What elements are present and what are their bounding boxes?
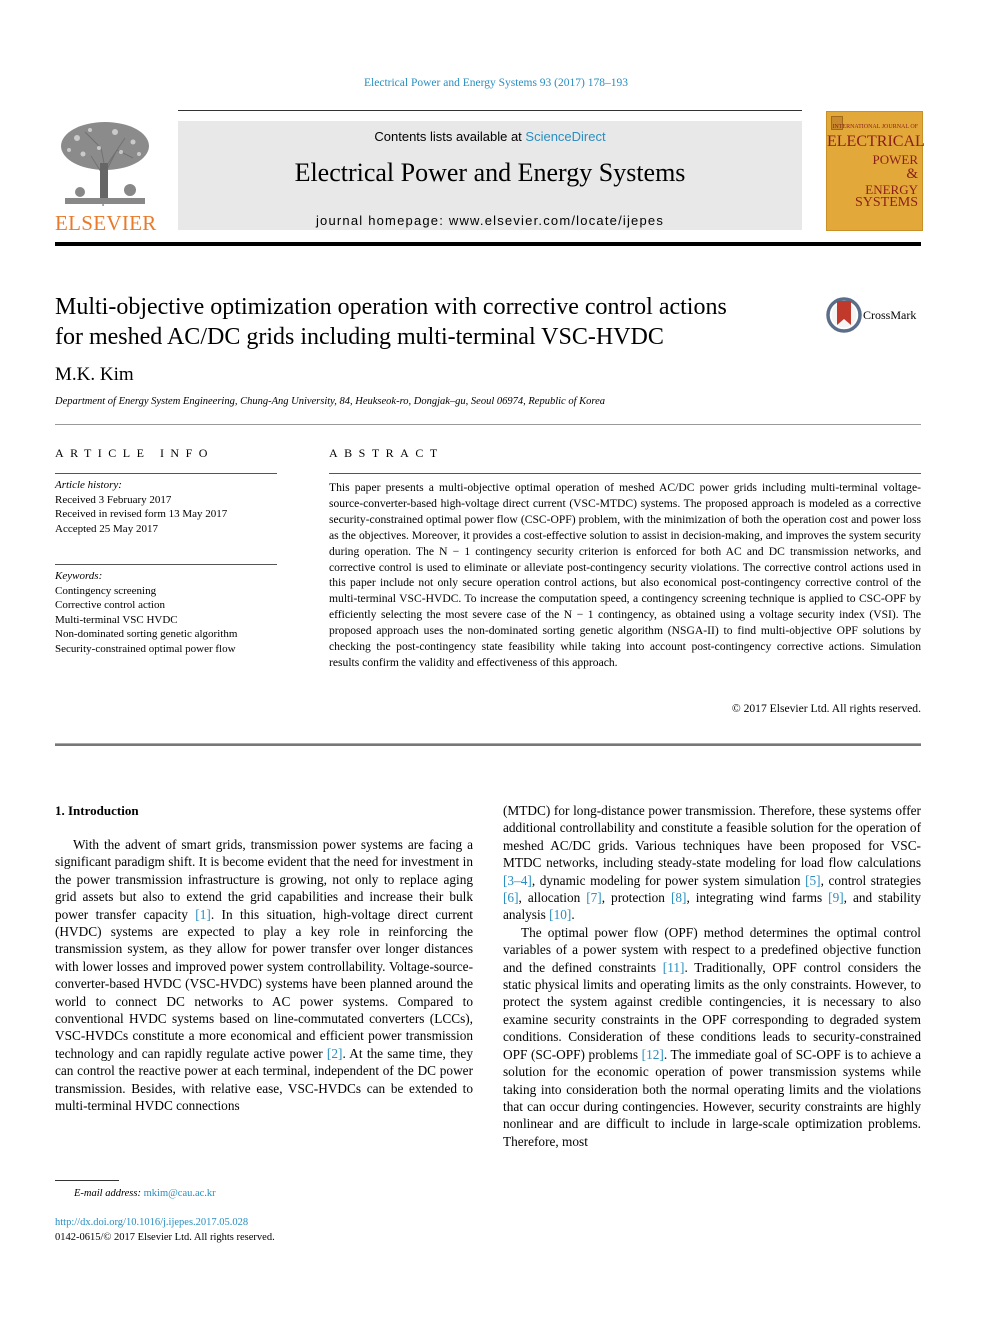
paragraph: (MTDC) for long-distance power transmiss… [503, 802, 921, 924]
elsevier-tree-icon [55, 118, 155, 208]
footnote-rule [55, 1180, 119, 1181]
history-revised: Received in revised form 13 May 2017 [55, 508, 228, 521]
keyword: Security-constrained optimal power flow [55, 642, 236, 655]
crossmark-icon [826, 297, 862, 333]
keywords-rule [55, 564, 277, 565]
history-label: Article history: [55, 479, 122, 491]
email-link[interactable]: mkim@cau.ac.kr [144, 1188, 216, 1199]
email-label: E-mail address: [74, 1188, 141, 1199]
affiliation: Department of Energy System Engineering,… [55, 396, 605, 407]
keywords-list: Keywords: Contingency screening Correcti… [55, 569, 277, 657]
article-title: Multi-objective optimization operation w… [55, 292, 805, 352]
reference-link[interactable]: [11] [663, 960, 685, 975]
reference-link[interactable]: [7] [586, 890, 602, 905]
reference-link[interactable]: [5] [805, 873, 821, 888]
abstract-end-rule [55, 743, 921, 746]
abstract-text: This paper presents a multi-objective op… [329, 481, 921, 669]
sciencedirect-link[interactable]: ScienceDirect [525, 129, 605, 144]
abstract-rule [329, 473, 921, 474]
journal-banner: Contents lists available at ScienceDirec… [178, 121, 802, 230]
journal-title: Electrical Power and Energy Systems [294, 158, 686, 187]
cover-line2: ELECTRICAL [827, 133, 925, 150]
reference-link[interactable]: [9] [828, 890, 844, 905]
elsevier-wordmark: ELSEVIER [55, 211, 157, 235]
reference-link[interactable]: [8] [671, 890, 687, 905]
header-thick-rule [55, 242, 921, 246]
journal-cover[interactable]: INTERNATIONAL JOURNAL OF ELECTRICAL POWE… [826, 111, 925, 231]
contents-line: Contents lists available at ScienceDirec… [178, 129, 802, 144]
journal-citation-link[interactable]: Electrical Power and Energy Systems 93 (… [0, 77, 992, 89]
article-history: Article history: Received 3 February 201… [55, 478, 277, 536]
cover-line6: SYSTEMS [854, 195, 918, 210]
footnote-email: E-mail address: mkim@cau.ac.kr [74, 1188, 216, 1199]
text-run: , dynamic modeling for power system simu… [531, 872, 806, 888]
body-left-column: With the advent of smart grids, transmis… [55, 836, 473, 1115]
paragraph: With the advent of smart grids, transmis… [55, 836, 473, 1115]
reference-link[interactable]: [1] [195, 907, 211, 922]
doi-link[interactable]: http://dx.doi.org/10.1016/j.ijepes.2017.… [55, 1217, 248, 1228]
abstract-heading: ABSTRACT [329, 446, 444, 460]
journal-homepage[interactable]: journal homepage: www.elsevier.com/locat… [178, 213, 802, 228]
author-name: M.K. Kim [55, 364, 134, 385]
reference-link[interactable]: [6] [503, 890, 519, 905]
keyword: Corrective control action [55, 599, 165, 612]
paragraph: The optimal power flow (OPF) method dete… [503, 924, 921, 1150]
text-run: , control strategies [820, 872, 921, 888]
affil-rule [55, 424, 921, 425]
keyword: Multi-terminal VSC HVDC [55, 613, 178, 626]
reference-link[interactable]: [10] [549, 907, 571, 922]
cover-line3: POWER [872, 152, 919, 167]
text-run: , protection [601, 890, 671, 906]
contents-prefix: Contents lists available at [374, 129, 526, 144]
text-run: , integrating wind farms [686, 890, 829, 906]
text-run: . In this situation, high-voltage direct… [55, 906, 473, 1061]
abstract-copyright: © 2017 Elsevier Ltd. All rights reserved… [731, 702, 921, 715]
cover-line4: & [906, 166, 918, 182]
elsevier-logo[interactable]: ELSEVIER [55, 118, 157, 235]
header-rule [178, 110, 802, 111]
reference-link[interactable]: [3–4] [503, 873, 532, 888]
article-title-line1: Multi-objective optimization operation w… [55, 294, 727, 320]
keywords-label: Keywords: [55, 570, 103, 582]
reference-link[interactable]: [12] [642, 1047, 664, 1062]
crossmark-badge[interactable]: CrossMark [826, 297, 926, 333]
article-title-line2: for meshed AC/DC grids including multi-t… [55, 324, 664, 350]
cover-line1: INTERNATIONAL JOURNAL OF [832, 124, 918, 130]
reference-link[interactable]: [2] [327, 1046, 343, 1061]
body-right-column: (MTDC) for long-distance power transmiss… [503, 802, 921, 1150]
keyword: Contingency screening [55, 584, 157, 597]
text-run: , allocation [518, 890, 587, 906]
article-info-rule [55, 473, 277, 474]
text-run: (MTDC) for long-distance power transmiss… [503, 803, 921, 871]
history-accepted: Accepted 25 May 2017 [55, 522, 158, 535]
keyword: Non-dominated sorting genetic algorithm [55, 628, 238, 641]
article-info-heading: ARTICLE INFO [55, 446, 214, 460]
section-heading-introduction: 1. Introduction [55, 803, 139, 818]
issn-copyright: 0142-0615/© 2017 Elsevier Ltd. All right… [55, 1232, 275, 1243]
history-received: Received 3 February 2017 [55, 493, 172, 506]
text-run: . [571, 907, 575, 923]
crossmark-label: CrossMark [863, 308, 917, 322]
